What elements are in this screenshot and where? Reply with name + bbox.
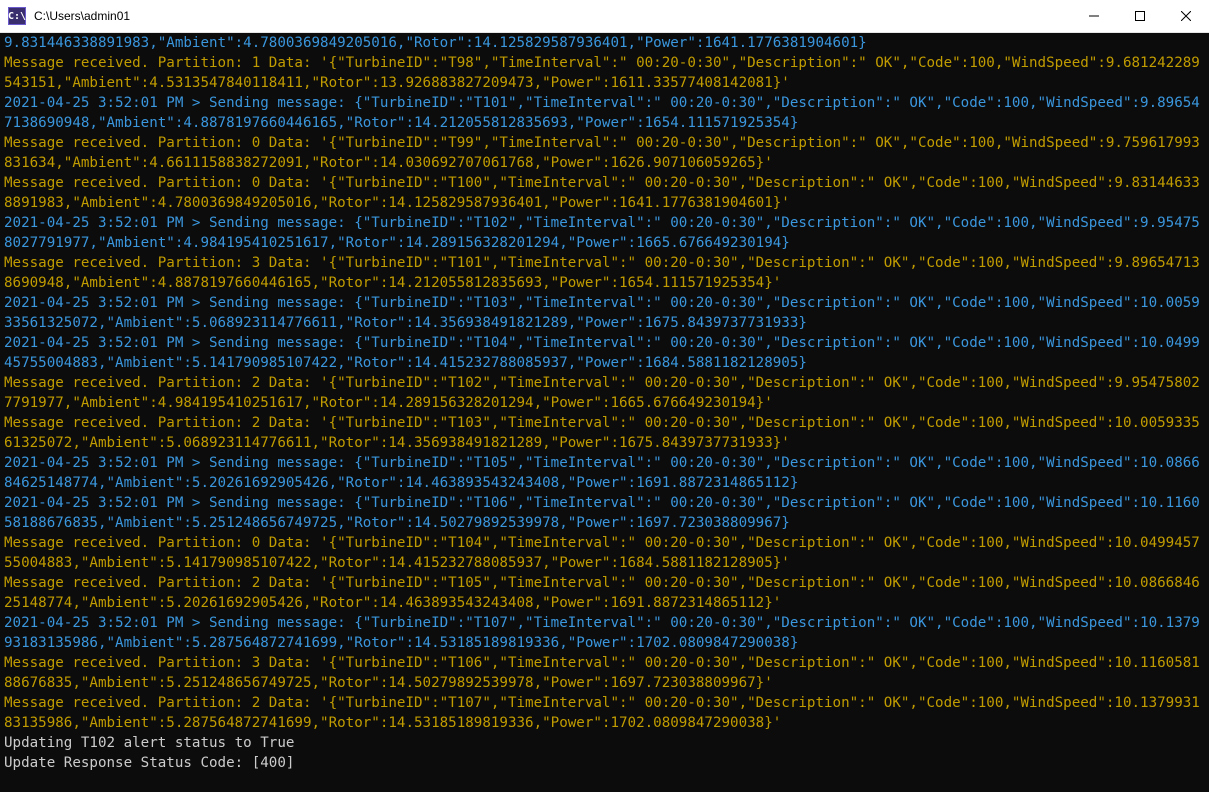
terminal-line: 2021-04-25 3:52:01 PM > Sending message:… — [4, 493, 1205, 533]
terminal-line: Message received. Partition: 3 Data: '{"… — [4, 653, 1205, 693]
terminal-line: 2021-04-25 3:52:01 PM > Sending message:… — [4, 293, 1205, 333]
terminal-line: Message received. Partition: 2 Data: '{"… — [4, 693, 1205, 733]
console-window: C:\ C:\Users\admin01 9.831446338891983,"… — [0, 0, 1209, 792]
close-button[interactable] — [1163, 0, 1209, 32]
terminal-line: Message received. Partition: 0 Data: '{"… — [4, 533, 1205, 573]
terminal-line: Message received. Partition: 2 Data: '{"… — [4, 573, 1205, 613]
terminal-line: Message received. Partition: 3 Data: '{"… — [4, 253, 1205, 293]
terminal-output[interactable]: 9.831446338891983,"Ambient":4.7800369849… — [0, 33, 1209, 792]
terminal-line: 9.831446338891983,"Ambient":4.7800369849… — [4, 33, 1205, 53]
terminal-line: Message received. Partition: 0 Data: '{"… — [4, 173, 1205, 213]
app-icon: C:\ — [8, 7, 26, 25]
terminal-line: 2021-04-25 3:52:01 PM > Sending message:… — [4, 453, 1205, 493]
terminal-line: Message received. Partition: 1 Data: '{"… — [4, 53, 1205, 93]
terminal-line: Message received. Partition: 2 Data: '{"… — [4, 373, 1205, 413]
titlebar[interactable]: C:\ C:\Users\admin01 — [0, 0, 1209, 33]
terminal-line: 2021-04-25 3:52:01 PM > Sending message:… — [4, 213, 1205, 253]
maximize-button[interactable] — [1117, 0, 1163, 32]
terminal-line: Update Response Status Code: [400] — [4, 753, 1205, 773]
terminal-line: Message received. Partition: 2 Data: '{"… — [4, 413, 1205, 453]
minimize-button[interactable] — [1071, 0, 1117, 32]
terminal-line: 2021-04-25 3:52:01 PM > Sending message:… — [4, 93, 1205, 133]
window-controls — [1071, 0, 1209, 32]
terminal-line: Message received. Partition: 0 Data: '{"… — [4, 133, 1205, 173]
terminal-line: 2021-04-25 3:52:01 PM > Sending message:… — [4, 333, 1205, 373]
terminal-line: 2021-04-25 3:52:01 PM > Sending message:… — [4, 613, 1205, 653]
window-title: C:\Users\admin01 — [34, 9, 1071, 23]
terminal-line: Updating T102 alert status to True — [4, 733, 1205, 753]
